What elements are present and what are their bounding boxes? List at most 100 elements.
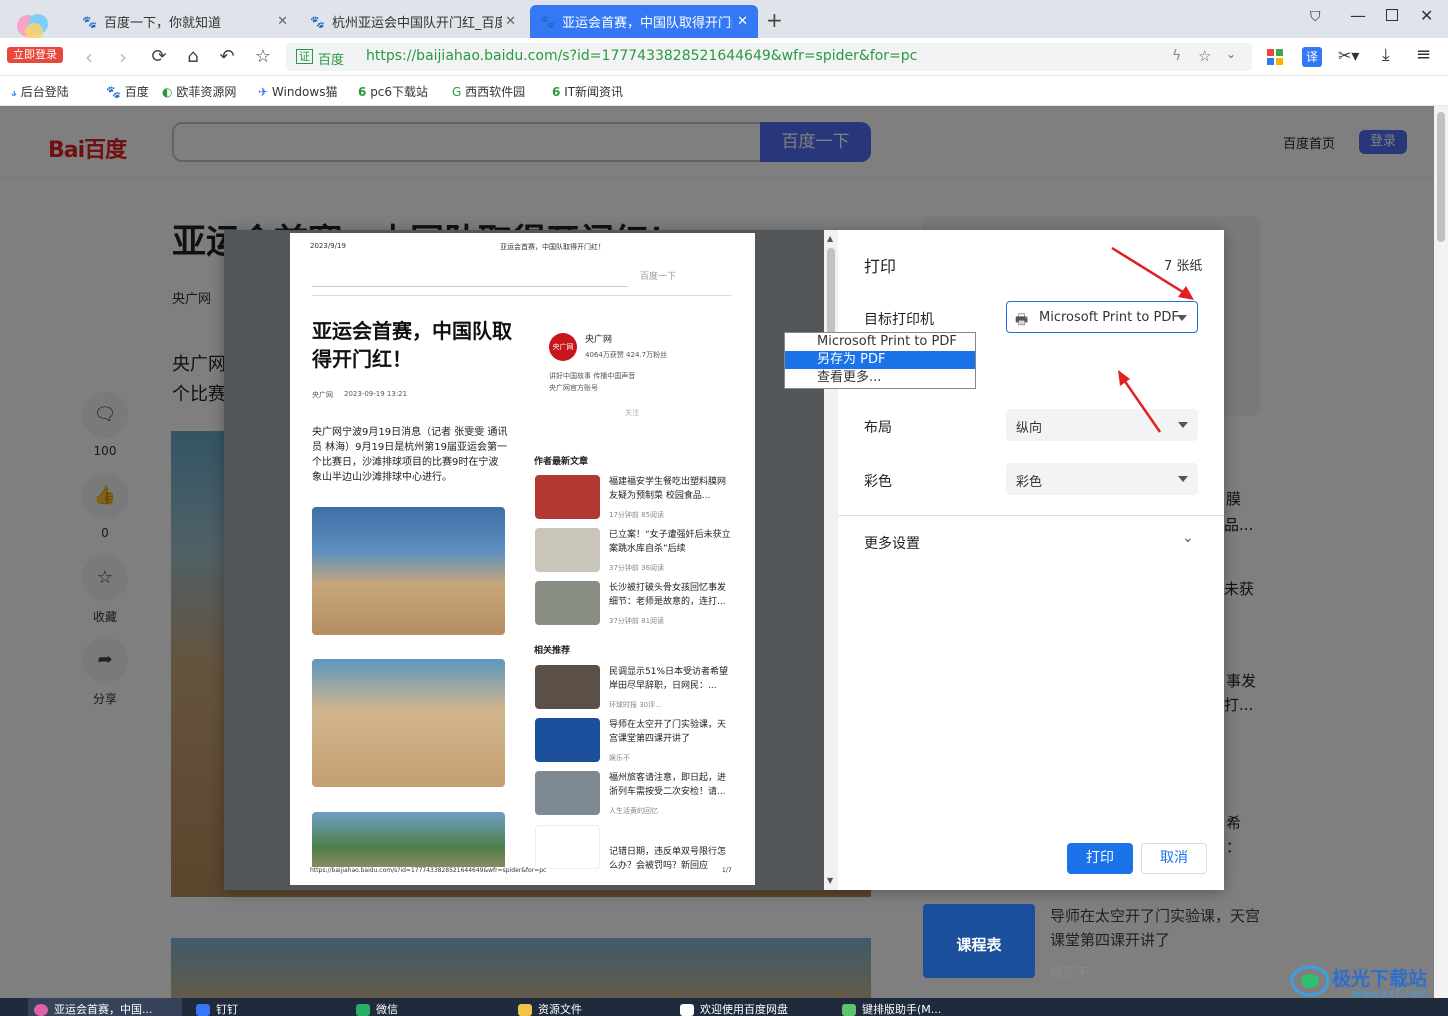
baidu-paw-icon: 🐾 [540,14,555,29]
bookmark-star-icon[interactable]: ☆ [1198,47,1211,65]
apps-grid-icon[interactable] [1267,49,1283,65]
minimize-button[interactable]: — [1350,6,1366,25]
page-scrollbar[interactable] [1434,106,1448,998]
print-button[interactable]: 打印 [1067,843,1133,874]
tab-bar: 立即登录 🐾 百度一下，你就知道 ✕ 🐾 杭州亚运会中国队开门红_百度搜 ✕ 🐾… [0,0,1448,63]
preview-latest-meta: 17分钟前 85阅读 [609,511,665,519]
netdisk-icon [680,1004,694,1016]
wechat-icon [356,1004,370,1016]
close-icon[interactable]: ✕ [737,14,748,29]
tab-article[interactable]: 🐾 亚运会首赛，中国队取得开门红 ✕ [530,5,758,38]
bookmarks-bar: 𝓼 后台登陆 🐾 百度 ◐ 欧菲资源网 ✈ Windows猫 6 pc6下载站 … [0,76,1448,106]
chevron-down-icon[interactable]: ⌄ [1226,47,1236,61]
dropdown-option[interactable]: 查看更多... [785,369,975,387]
reload-icon[interactable]: ⟳ [146,44,172,70]
annotation-arrows [1111,246,1194,433]
dropdown-option[interactable]: Microsoft Print to PDF [785,333,975,351]
translate-icon[interactable]: 译 [1302,47,1322,67]
shirt-icon[interactable]: ⛉ [1310,9,1321,25]
star-icon[interactable]: ☆ [250,44,276,70]
close-icon[interactable]: ✕ [505,14,516,29]
scrollbar-thumb[interactable] [827,248,835,336]
layout-value: 纵向 [1016,421,1043,436]
scroll-up-arrow[interactable]: ▲ [827,234,833,243]
arrow-icon [1111,246,1194,433]
close-icon[interactable]: ✕ [277,14,288,29]
bookmark-item[interactable]: ◐ 欧菲资源网 [162,83,236,100]
app-icon [842,1004,856,1016]
dingtalk-icon [196,1004,210,1016]
preview-datetime: 2023-09-19 13:21 [344,390,408,398]
preview-page-num: 1/7 [722,867,732,874]
dropdown-option-selected[interactable]: 另存为 PDF [785,351,975,369]
menu-icon[interactable]: ≡ [1416,44,1431,65]
preview-related-meta: 人生活黄的回忆 [609,807,658,815]
address-bar: ‹ › ⟳ ⌂ ↶ ☆ 证 百度 https://baijiahao.baidu… [0,38,1448,76]
preview-latest-title: 已立案！“女子遭强奸后未获立案跳水库自杀”后续 [609,530,731,554]
undo-icon[interactable]: ↶ [214,44,240,70]
taskbar: 亚运会首赛，中国... 钉钉 微信 资源文件 欢迎使用百度网盘 键排版助手(M.… [0,998,1448,1016]
preview-author-name: 央广网 [585,335,613,345]
lightning-icon[interactable]: ϟ [1172,48,1181,64]
tab-search-results[interactable]: 🐾 杭州亚运会中国队开门红_百度搜 ✕ [300,5,526,38]
back-icon[interactable]: ‹ [76,44,102,70]
preview-latest-title: 福建福安学生餐吃出塑料膜网友疑为预制菜 校园食品... [609,477,727,501]
scrollbar-thumb[interactable] [1437,112,1445,242]
preview-footer-url: https://baijiahao.baidu.com/s?id=1777433… [310,867,547,874]
bookmark-item[interactable]: G 西西软件园 [452,83,525,100]
baidu-paw-icon: 🐾 [310,14,325,29]
taskbar-item[interactable]: 资源文件 [512,998,662,1016]
preview-latest-title: 长沙被打破头骨女孩回忆事发细节：老师是故意的，连打... [609,583,727,607]
home-icon[interactable]: ⌂ [180,44,206,70]
related-card-source: 娱乐不 [1050,966,1090,981]
destination-label: 目标打印机 [864,312,934,328]
taskbar-item[interactable]: 键排版助手(M... [836,998,992,1016]
chevron-down-icon[interactable]: ⌄ [1182,530,1194,546]
preview-related-title: 民调显示51%日本受访者希望岸田尽早辞职，日网民：... [609,667,729,691]
print-header: 打印 [864,257,897,276]
more-settings-toggle[interactable]: 更多设置 [864,533,920,553]
bookmark-item[interactable]: 6 pc6下载站 [358,83,428,100]
cancel-button[interactable]: 取消 [1141,843,1207,874]
destination-dropdown: Microsoft Print to PDF 另存为 PDF 查看更多... [784,332,976,389]
taskbar-item[interactable]: 欢迎使用百度网盘 [674,998,830,1016]
preview-article-title: 亚运会首赛，中国队取得开门红！ [312,319,512,371]
new-tab-button[interactable]: + [766,8,783,32]
preview-scrollbar[interactable]: ▲ ▼ [824,230,838,890]
preview-follow: 关注 [625,409,639,417]
bookmark-item[interactable]: 🐾 百度 [106,83,149,100]
url-text: https://baijiahao.baidu.com/s?id=1777433… [366,48,918,64]
chevron-down-icon [1178,476,1188,482]
verified-badge: 证 [296,49,313,64]
preview-author-desc: 讲好中国故事 传播中国声音 [549,372,636,380]
color-select[interactable]: 彩色 [1006,463,1198,495]
url-field[interactable]: 证 百度 https://baijiahao.baidu.com/s?id=17… [286,43,1252,71]
taskbar-item[interactable]: 钉钉 [190,998,330,1016]
folder-icon [518,1004,532,1016]
bookmark-item[interactable]: 𝓼 后台登陆 [12,83,69,100]
maximize-button[interactable] [1386,9,1398,21]
preview-author-stats: 4064万获赞 424.7万粉丝 [585,351,668,359]
printer-icon: 🖶 [1015,312,1029,328]
forward-icon[interactable]: › [110,44,136,70]
bookmark-item[interactable]: ✈ Windows猫 [258,83,337,100]
color-value: 彩色 [1016,475,1043,490]
tab-title: 百度一下，你就知道 [104,16,222,31]
preview-related-title: 福州旅客请注意，即日起，进浙列车需按受二次安检！请... [609,773,727,797]
preview-divider [312,295,732,296]
login-badge[interactable]: 立即登录 [7,47,63,63]
taskbar-item[interactable]: 亚运会首赛，中国... [28,998,182,1016]
tab-baidu-home[interactable]: 🐾 百度一下，你就知道 ✕ [72,5,298,38]
preview-photo-3 [312,812,505,872]
bookmark-item[interactable]: 6 IT新闻资讯 [552,83,623,100]
related-card[interactable]: 课程表 导师在太空开了门实验课，天宫课堂第四课开讲了 娱乐不 [922,904,1262,981]
taskbar-item[interactable]: 微信 [350,998,490,1016]
close-window-button[interactable]: ✕ [1420,6,1433,25]
preview-thumb [535,825,600,869]
scissors-icon[interactable]: ✂▾ [1338,46,1359,65]
tab-title: 亚运会首赛，中国队取得开门红 [562,16,732,31]
download-icon[interactable]: ⤓ [1382,45,1390,65]
preview-related-meta: 娱乐不 [609,754,630,762]
scroll-down-arrow[interactable]: ▼ [827,876,833,885]
preview-related-title: 记错日期，违反单双号限行怎么办？会被罚吗？新回应 [609,847,727,871]
